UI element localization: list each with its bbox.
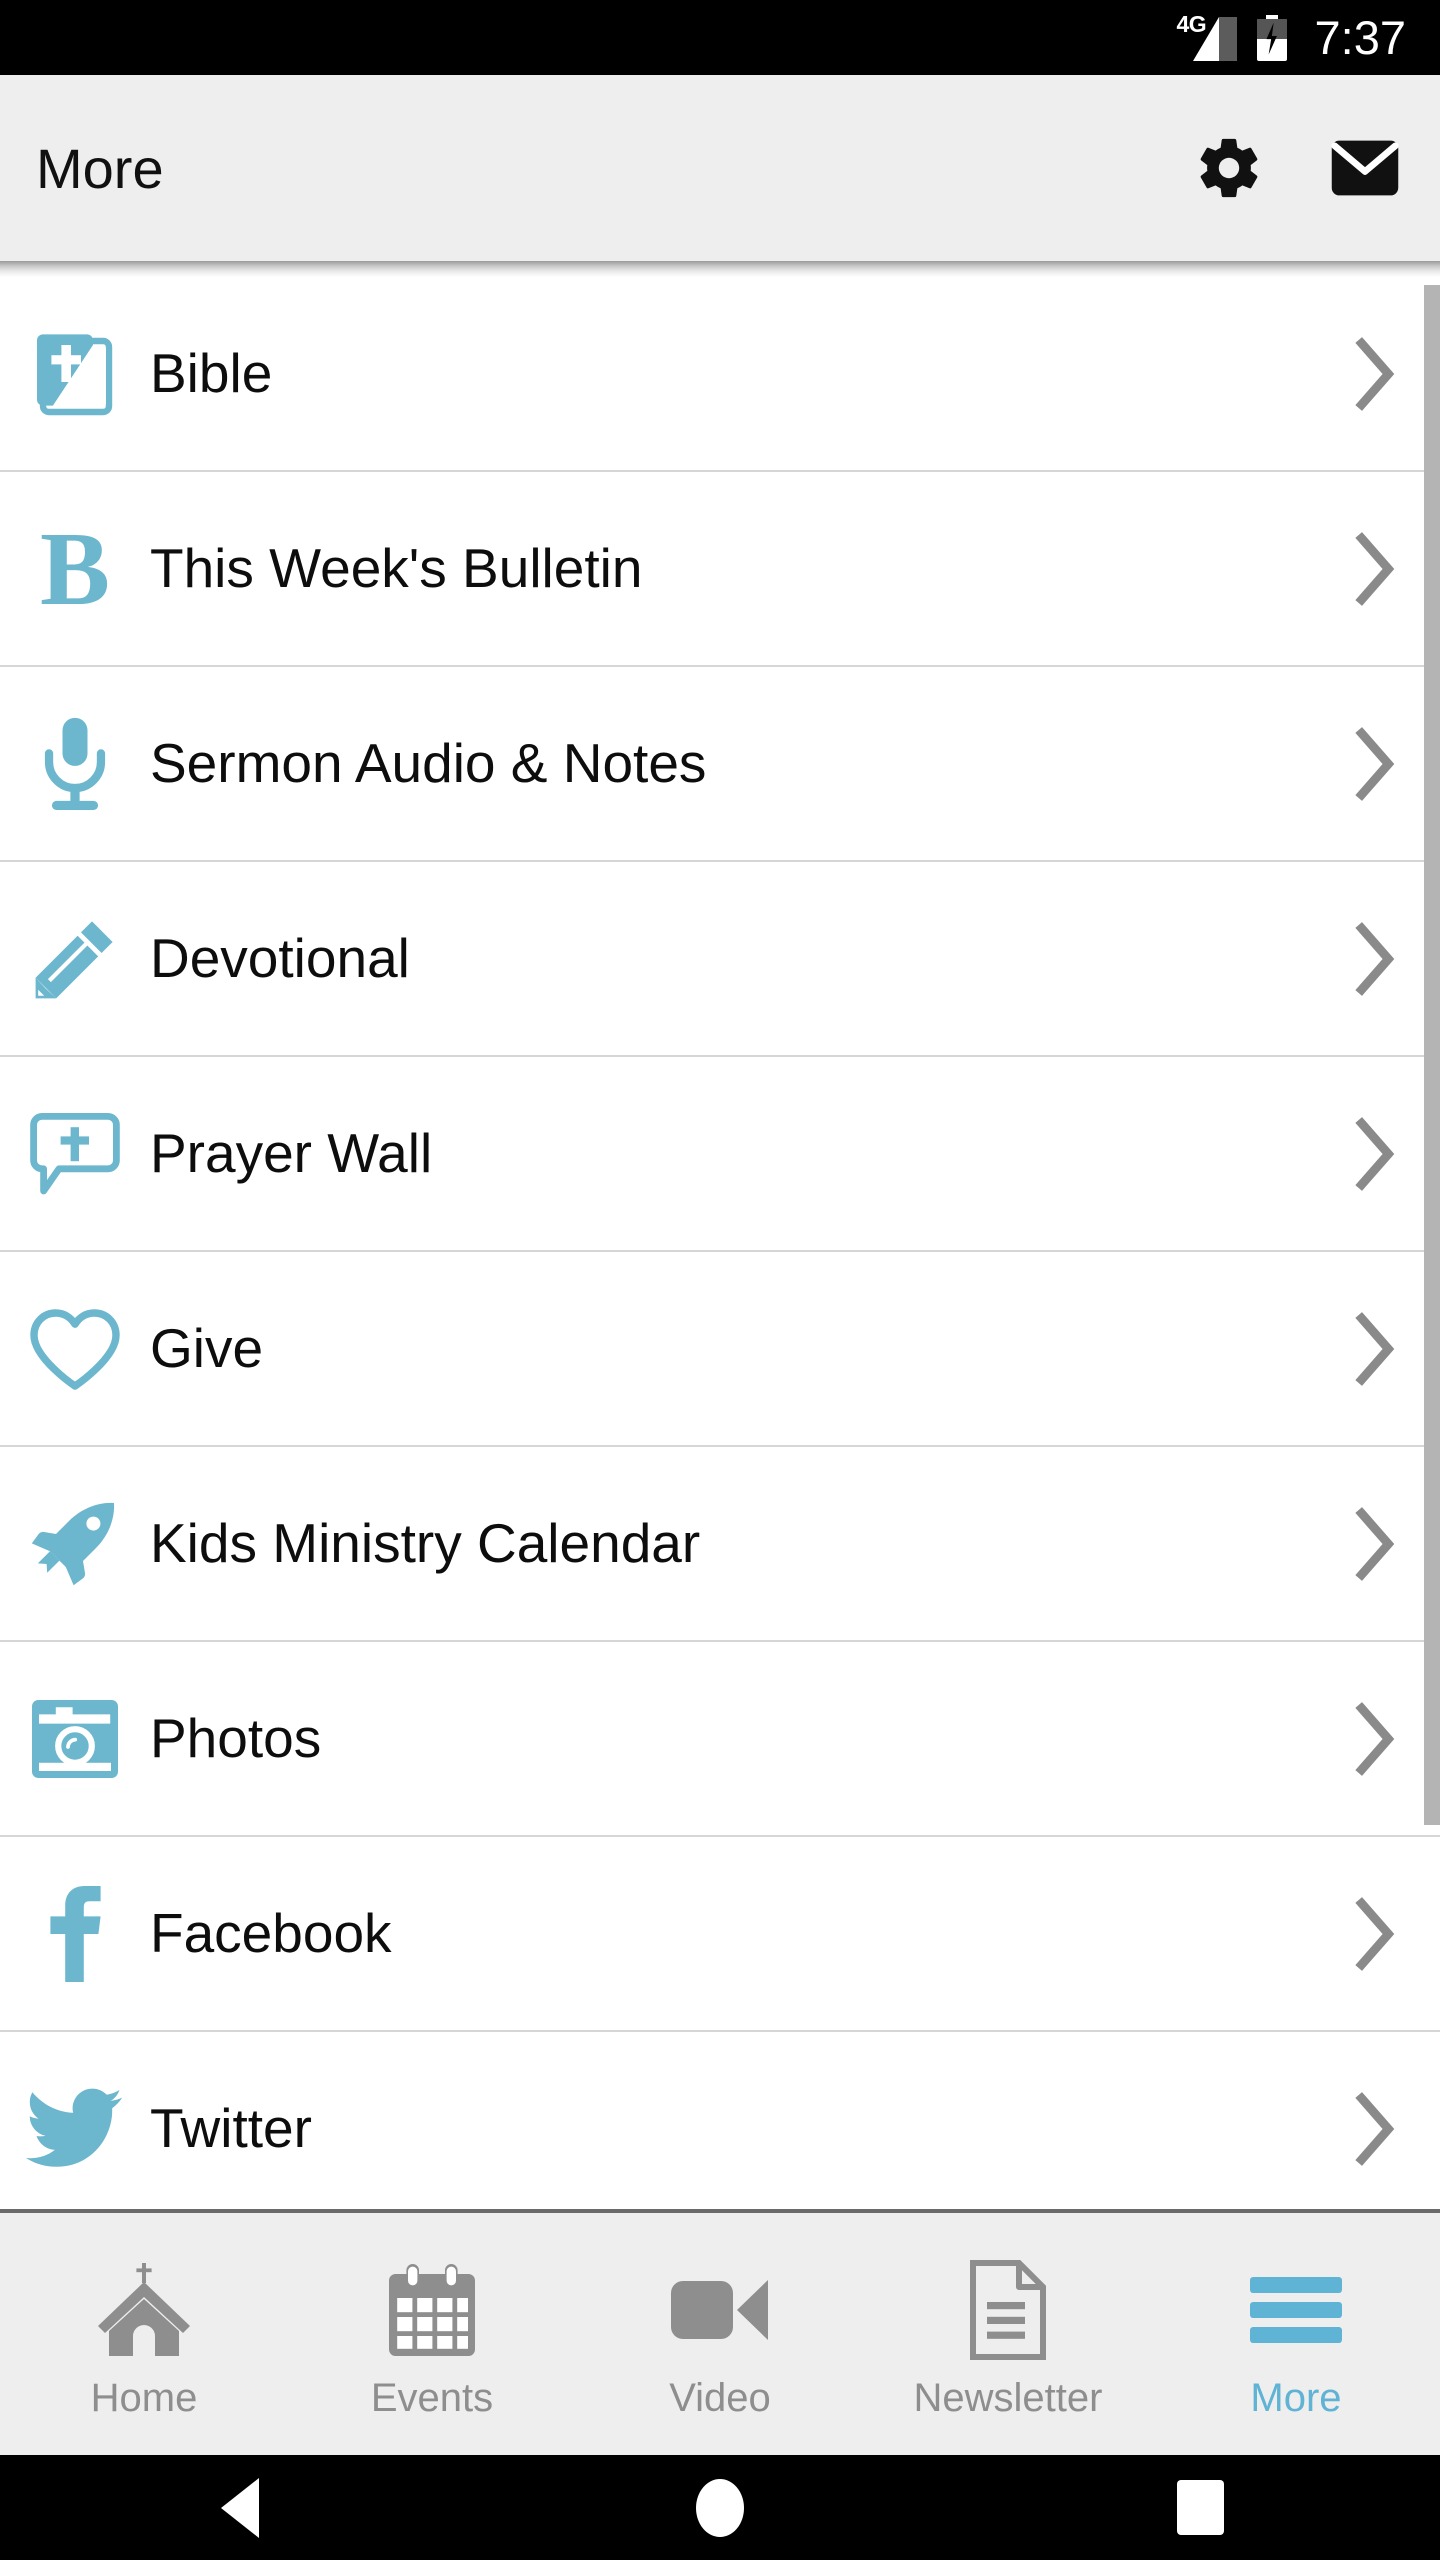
list-item[interactable]: Prayer Wall: [0, 1057, 1440, 1252]
chevron-right-icon: [1355, 1116, 1395, 1191]
list-item-label: Devotional: [150, 926, 410, 989]
list-item[interactable]: Twitter: [0, 2032, 1440, 2209]
header-shadow: [0, 261, 1440, 277]
chevron-right-icon: [1355, 921, 1395, 996]
calendar-icon: [389, 2264, 475, 2356]
recents-square-icon: [1176, 2480, 1224, 2535]
chevron-right-icon: [1355, 1896, 1395, 1971]
list-item-label: Facebook: [150, 1901, 392, 1964]
chevron-right-icon: [1355, 336, 1395, 411]
pencil-icon: [35, 920, 113, 998]
chevron-right-icon: [1355, 1311, 1395, 1386]
list-item[interactable]: B This Week's Bulletin: [0, 472, 1440, 667]
back-triangle-icon: [221, 2477, 259, 2538]
chevron-right-icon: [1355, 1506, 1395, 1581]
settings-button[interactable]: [1194, 133, 1264, 203]
list-item-label: Photos: [150, 1706, 322, 1769]
tab-video[interactable]: Video: [576, 2213, 864, 2455]
tab-events[interactable]: Events: [288, 2213, 576, 2455]
document-icon: [970, 2260, 1046, 2360]
messages-button[interactable]: [1330, 133, 1400, 203]
tab-home[interactable]: Home: [0, 2213, 288, 2455]
camera-icon: [32, 1699, 118, 1778]
bottom-navigation: Home Events Video Newsletter More: [0, 2209, 1440, 2455]
app-screen: 4G 7:37 More Bible B This Week's Bulleti…: [0, 0, 1440, 2560]
list-item-label: Give: [150, 1316, 264, 1379]
list-item-label: Bible: [150, 341, 273, 404]
android-back-button[interactable]: [0, 2477, 480, 2538]
list-item-label: Sermon Audio & Notes: [150, 731, 707, 794]
list-item[interactable]: Kids Ministry Calendar: [0, 1447, 1440, 1642]
tab-newsletter[interactable]: Newsletter: [864, 2213, 1152, 2455]
status-bar-clock: 7:37: [1314, 11, 1406, 64]
bulletin-letter-b-icon: B: [39, 509, 111, 627]
rocket-icon: [31, 1502, 115, 1585]
page-title: More: [36, 136, 164, 200]
scrollbar-thumb[interactable]: [1424, 285, 1440, 1825]
home-circle-icon: [696, 2478, 744, 2537]
android-recents-button[interactable]: [960, 2480, 1440, 2535]
church-icon: [98, 2263, 190, 2356]
list-item-label: Twitter: [150, 2096, 312, 2159]
video-camera-icon: [671, 2280, 768, 2340]
header-actions: [1194, 133, 1400, 203]
chevron-right-icon: [1355, 531, 1395, 606]
list-item[interactable]: Bible: [0, 277, 1440, 472]
vertical-scrollbar[interactable]: [1424, 277, 1440, 2209]
hamburger-icon: [1250, 2277, 1342, 2343]
chevron-right-icon: [1355, 1701, 1395, 1776]
status-bar: 4G 7:37: [0, 0, 1440, 75]
tab-label: Video: [669, 2376, 771, 2420]
speech-bubble-cross-icon: [30, 1112, 120, 1194]
bible-book-icon: [37, 333, 113, 415]
tab-label: Events: [370, 2376, 494, 2420]
list-item-label: Prayer Wall: [150, 1121, 433, 1184]
android-home-button[interactable]: [480, 2478, 960, 2537]
gear-icon: [1200, 138, 1258, 198]
signal-bars-icon: 4G: [1177, 12, 1237, 61]
list-item-label: Kids Ministry Calendar: [150, 1511, 701, 1574]
android-navigation-bar: [0, 2455, 1440, 2560]
twitter-bird-icon: [26, 2088, 123, 2167]
more-menu-list[interactable]: Bible B This Week's Bulletin Sermon Audi…: [0, 277, 1440, 2209]
facebook-icon: [50, 1885, 101, 1982]
chevron-right-icon: [1355, 726, 1395, 801]
tab-label: Home: [90, 2376, 198, 2420]
app-header: More: [0, 75, 1440, 261]
battery-charging-icon: [1256, 14, 1287, 61]
list-item[interactable]: Devotional: [0, 862, 1440, 1057]
chevron-right-icon: [1355, 2091, 1395, 2166]
heart-outline-icon: [30, 1308, 120, 1390]
tab-label: More: [1250, 2376, 1342, 2420]
tab-more[interactable]: More: [1152, 2213, 1440, 2455]
list-item[interactable]: Photos: [0, 1642, 1440, 1837]
list-item-label: This Week's Bulletin: [150, 536, 643, 599]
list-item[interactable]: Sermon Audio & Notes: [0, 667, 1440, 862]
status-bar-icons: 4G 7:37: [1177, 11, 1406, 64]
tab-label: Newsletter: [913, 2376, 1103, 2420]
list-item[interactable]: Facebook: [0, 1837, 1440, 2032]
list-item[interactable]: Give: [0, 1252, 1440, 1447]
envelope-icon: [1331, 140, 1399, 196]
microphone-icon: [44, 717, 106, 810]
